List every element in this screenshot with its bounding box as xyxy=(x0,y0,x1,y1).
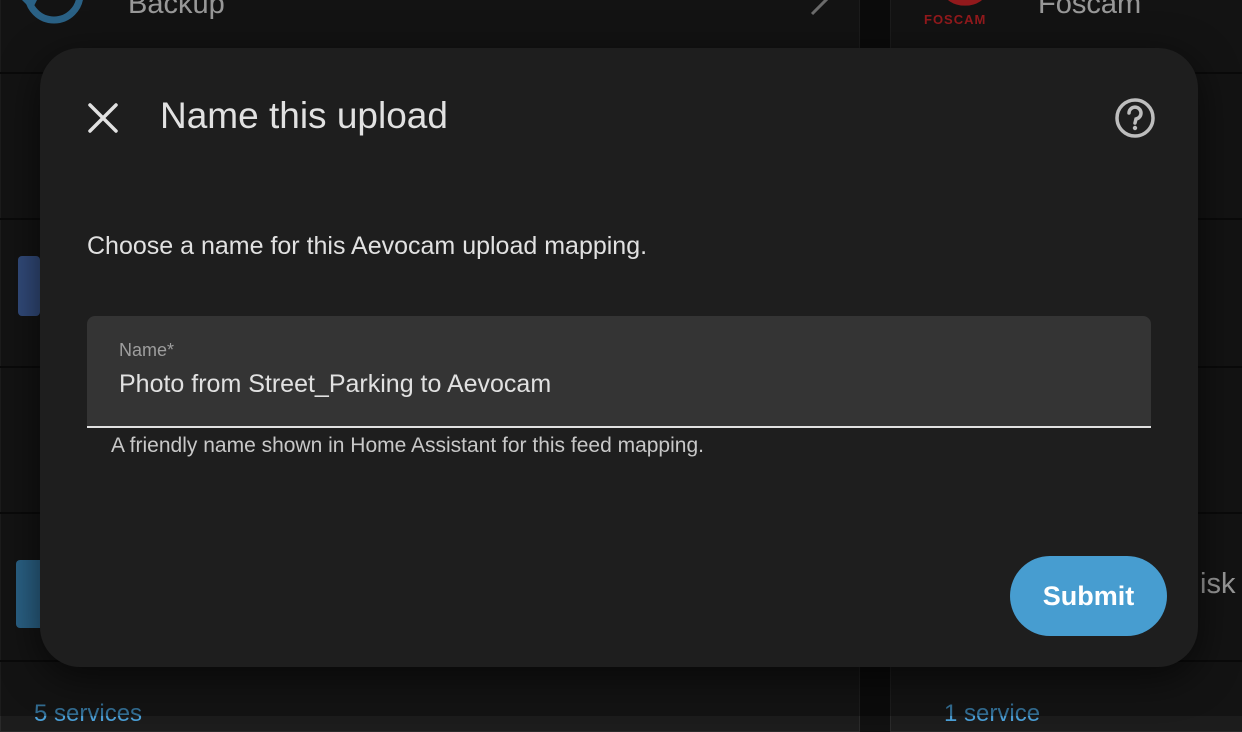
close-button[interactable] xyxy=(78,95,128,145)
name-field-helper-text: A friendly name shown in Home Assistant … xyxy=(111,434,704,457)
close-icon xyxy=(88,103,118,133)
submit-button[interactable]: Submit xyxy=(1010,556,1167,636)
dialog-description: Choose a name for this Aevocam upload ma… xyxy=(87,232,648,260)
help-circle-icon xyxy=(1115,98,1155,138)
name-input[interactable] xyxy=(119,366,1119,402)
help-button[interactable] xyxy=(1112,95,1158,141)
dialog-title: Name this upload xyxy=(160,95,448,136)
name-upload-dialog: Name this upload Choose a name for this … xyxy=(40,48,1198,667)
name-field-label: Name* xyxy=(119,340,175,360)
name-field[interactable]: Name* xyxy=(87,316,1151,428)
